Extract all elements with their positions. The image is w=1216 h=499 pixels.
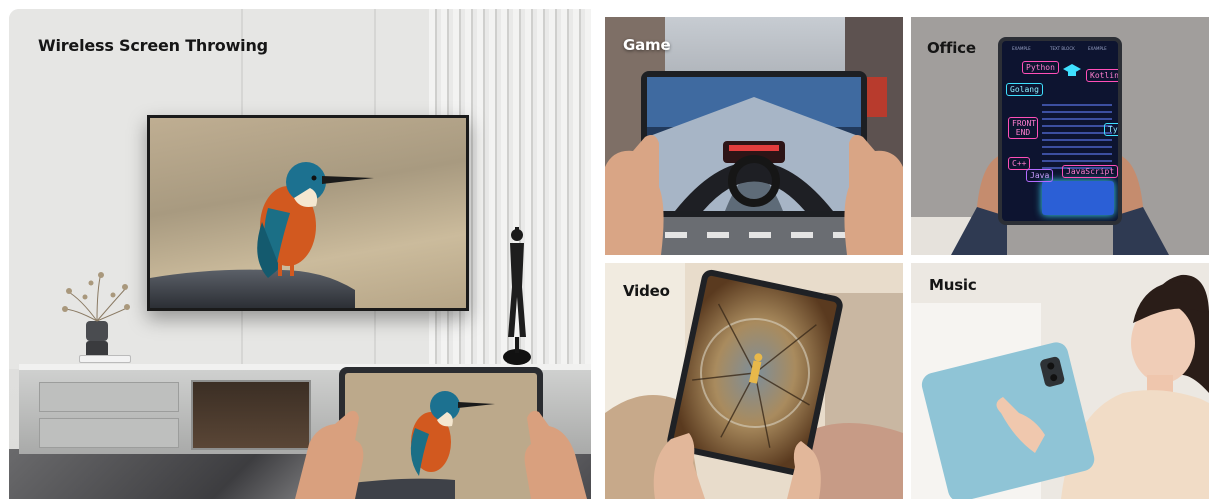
video-panel: Video [605,263,903,499]
code-tag-python: Python [1022,61,1059,74]
cabinet-drawer [39,382,179,412]
code-tag-ty: Ty [1104,123,1118,136]
code-tag-kotlin: Kotlin [1086,69,1118,82]
hands-holding-tablet [295,364,587,499]
set-top-box [79,355,131,363]
tv-screen-kingfisher-image [150,118,466,308]
office-panel: EXAMPLE TEXT BLOCK EXAMPLE Python Kotlin… [911,17,1209,255]
music-panel: Music [911,263,1209,499]
panel-title-video: Video [623,282,670,300]
screen-header: EXAMPLE [1088,46,1107,51]
laptop-graphic [1042,181,1114,215]
code-lines [1042,99,1112,169]
code-tag-cpp: C++ [1008,157,1031,170]
graduation-cap-icon [1063,64,1081,76]
game-panel: Game [605,17,903,255]
code-tag-front-end: FRONT END [1008,117,1038,139]
code-tag-golang: Golang [1006,83,1043,96]
potted-plant [62,272,130,361]
cabinet-drawer [39,418,179,448]
code-tag-javascript: JavaScript [1062,165,1118,178]
music-scene-image [911,263,1209,499]
tablet-code-screen: EXAMPLE TEXT BLOCK EXAMPLE Python Kotlin… [998,37,1122,225]
cabinet-glass-shelf [191,380,311,450]
wireless-screen-throwing-panel: Wireless Screen Throwing [9,9,591,499]
panel-title-music: Music [929,276,977,294]
panel-title-wireless-screen-throwing: Wireless Screen Throwing [38,36,268,55]
panel-title-office: Office [927,39,976,57]
screen-header: EXAMPLE [1012,46,1031,51]
wall-tv [147,115,469,311]
screen-header: TEXT BLOCK [1050,46,1075,51]
panel-title-game: Game [623,36,671,54]
code-tag-java: Java [1026,169,1054,182]
decor-statue [503,227,531,365]
